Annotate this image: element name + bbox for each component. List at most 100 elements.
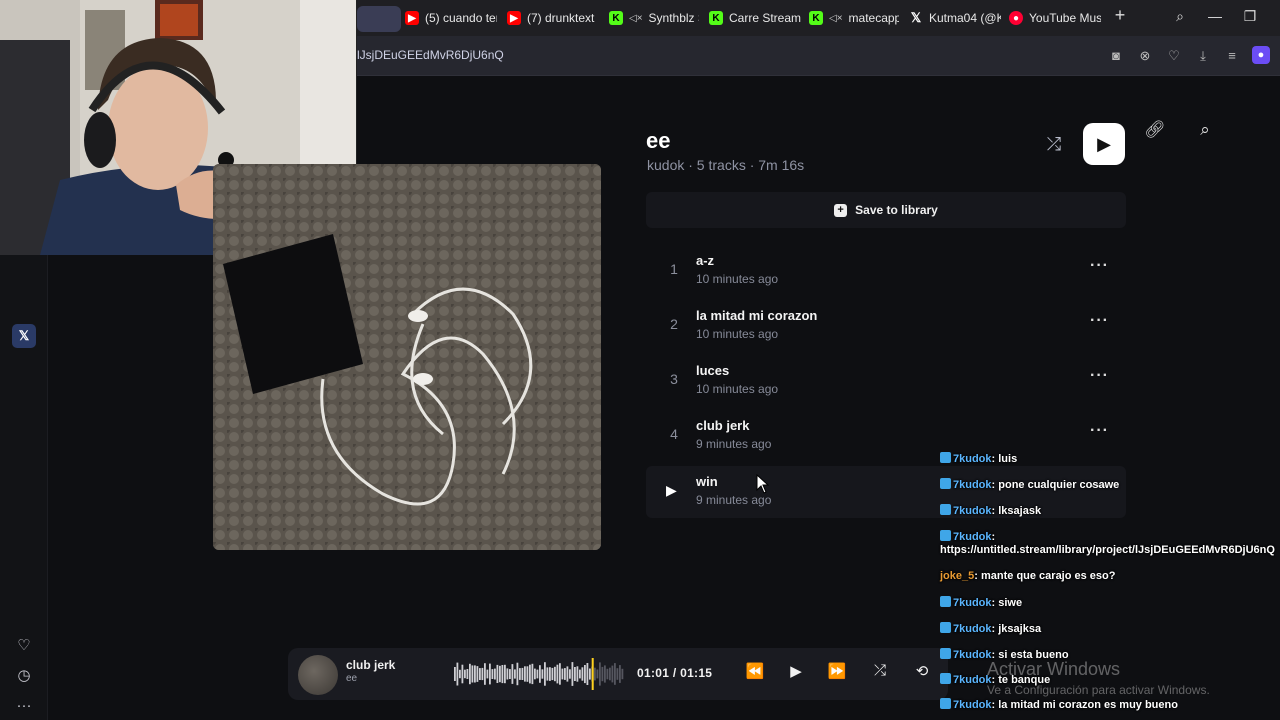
chat-text: jksajksa bbox=[998, 623, 1042, 635]
shuffle-icon[interactable]: ⤮ bbox=[1042, 134, 1066, 156]
waveform-scrubber[interactable] bbox=[454, 658, 624, 690]
waveform-bar bbox=[566, 666, 569, 682]
waveform-bar bbox=[469, 663, 471, 685]
waveform-bar bbox=[561, 668, 564, 680]
download-icon[interactable]: ⤓ bbox=[1195, 48, 1211, 64]
chat-username[interactable]: 7kudok bbox=[953, 531, 992, 543]
search-icon[interactable]: ⌕ bbox=[1193, 120, 1217, 144]
waveform-bar bbox=[541, 669, 544, 679]
camera-icon[interactable]: ◙ bbox=[1108, 48, 1124, 64]
waveform-bar bbox=[611, 665, 614, 683]
tab-kick-3[interactable]: K ◁× matecapp bbox=[809, 6, 899, 30]
extension-icon[interactable]: ⊗ bbox=[1137, 48, 1153, 64]
repeat-icon[interactable]: ⟲ bbox=[910, 662, 934, 680]
playhead[interactable] bbox=[591, 658, 594, 690]
restore-icon[interactable]: ❐ bbox=[1240, 8, 1260, 25]
now-playing-cover[interactable] bbox=[298, 655, 338, 695]
tab-label: YouTube Mus bbox=[1029, 11, 1101, 25]
chat-message: 7kudok: pone cualquier cosawe bbox=[940, 478, 1119, 491]
tab-kick-2[interactable]: K Carre Stream bbox=[709, 6, 801, 30]
previous-icon[interactable]: ⏪ bbox=[743, 662, 767, 680]
new-tab-button[interactable]: + bbox=[1110, 5, 1130, 26]
track-number: 2 bbox=[670, 316, 678, 332]
x-app-icon[interactable]: 𝕏 bbox=[12, 324, 36, 348]
play-track-icon[interactable]: ▶ bbox=[666, 482, 677, 499]
chat-username[interactable]: 7kudok bbox=[953, 649, 992, 661]
more-options-icon[interactable]: ··· bbox=[1090, 312, 1109, 330]
waveform-bar bbox=[536, 669, 539, 679]
chat-text: mante que carajo es eso? bbox=[980, 570, 1116, 582]
link-icon[interactable]: 🔗︎ bbox=[1143, 120, 1167, 144]
track-row[interactable]: 1 a-z 10 minutes ago ··· bbox=[646, 245, 1126, 297]
plus-icon: + bbox=[834, 203, 848, 217]
waveform-bar bbox=[479, 668, 481, 680]
chat-text: la mitad mi corazon es muy bueno bbox=[998, 699, 1178, 711]
waveform-bar bbox=[506, 668, 509, 680]
chat-username[interactable]: 7kudok bbox=[953, 623, 992, 635]
more-options-icon[interactable]: ··· bbox=[1090, 367, 1109, 385]
waveform-bar bbox=[619, 665, 621, 683]
waveform-bar bbox=[476, 666, 479, 682]
chat-username[interactable]: 7kudok bbox=[953, 505, 992, 517]
chat-message: 7kudok: lksajask bbox=[940, 504, 1041, 517]
waveform-bar bbox=[529, 664, 531, 684]
track-title: club jerk bbox=[696, 418, 750, 433]
chat-text: pone cualquier cosawe bbox=[998, 479, 1120, 491]
chat-username[interactable]: joke_5 bbox=[940, 570, 974, 582]
muted-speaker-icon[interactable]: ◁× bbox=[829, 13, 843, 24]
tab-youtube-music[interactable]: ● YouTube Mus bbox=[1009, 6, 1101, 30]
clock-icon[interactable]: ◷ bbox=[14, 666, 34, 686]
chat-username[interactable]: 7kudok bbox=[953, 597, 992, 609]
waveform-bar bbox=[494, 668, 496, 680]
more-icon[interactable]: ··· bbox=[14, 696, 34, 716]
tab-youtube-2[interactable]: ▶ (7) drunktext bbox=[507, 6, 599, 30]
chat-username[interactable]: 7kudok bbox=[953, 479, 992, 491]
shuffle-icon[interactable]: ⤮ bbox=[868, 662, 892, 679]
waveform-bar bbox=[604, 665, 606, 683]
heart-icon[interactable]: ♡ bbox=[14, 636, 34, 656]
track-row[interactable]: 3 luces 10 minutes ago ··· bbox=[646, 355, 1126, 407]
chat-message: 7kudok: luis bbox=[940, 452, 1017, 465]
chat-badge-icon bbox=[940, 530, 951, 541]
play-button[interactable]: ▶ bbox=[1083, 123, 1125, 165]
chat-username[interactable]: 7kudok bbox=[953, 699, 992, 711]
now-playing-title[interactable]: club jerk bbox=[346, 658, 395, 672]
kick-icon: K bbox=[609, 11, 623, 25]
chat-message: 7kudok: bbox=[940, 530, 995, 543]
youtube-music-icon: ● bbox=[1009, 11, 1023, 25]
heart-icon[interactable]: ♡ bbox=[1166, 48, 1182, 64]
more-options-icon[interactable]: ··· bbox=[1090, 257, 1109, 275]
kick-icon: K bbox=[709, 11, 723, 25]
waveform-bar bbox=[491, 669, 494, 679]
tab-kick-1[interactable]: K ◁× Synthblz S bbox=[609, 6, 699, 30]
tab-youtube-1[interactable]: ▶ (5) cuando ter bbox=[405, 6, 497, 30]
track-row[interactable]: 2 la mitad mi corazon 10 minutes ago ··· bbox=[646, 300, 1126, 352]
save-to-library-button[interactable]: + Save to library bbox=[646, 192, 1126, 228]
chat-text: siwe bbox=[998, 597, 1023, 609]
now-playing-playlist[interactable]: ee bbox=[346, 673, 357, 684]
windows-activation-subtitle: Ve a Configuración para activar Windows. bbox=[987, 683, 1210, 697]
windows-activation-title: Activar Windows bbox=[987, 659, 1121, 679]
waveform-bar bbox=[511, 664, 514, 684]
more-options-icon[interactable]: ··· bbox=[1090, 422, 1109, 440]
play-icon[interactable]: ▶ bbox=[784, 662, 808, 680]
playback-time: 01:01 / 01:15 bbox=[637, 666, 713, 680]
tab-x[interactable]: 𝕏 Kutma04 (@K bbox=[909, 6, 1001, 30]
waveform-bar bbox=[499, 665, 501, 683]
waveform-bar bbox=[609, 667, 611, 681]
menu-icon[interactable]: ≡ bbox=[1224, 48, 1240, 64]
muted-speaker-icon[interactable]: ◁× bbox=[629, 13, 643, 24]
next-icon[interactable]: ⏩ bbox=[825, 662, 849, 680]
search-tabs-icon[interactable]: ⌕ bbox=[1170, 8, 1190, 25]
chat-username[interactable]: 7kudok bbox=[953, 674, 992, 686]
active-tab[interactable] bbox=[357, 6, 401, 32]
chat-username[interactable]: 7kudok bbox=[953, 453, 992, 465]
waveform-bar bbox=[534, 668, 536, 680]
url-field[interactable]: lJsjDEuGEEdMvR6DjU6nQ bbox=[357, 48, 504, 62]
chat-badge-icon bbox=[940, 648, 951, 659]
waveform-bar bbox=[464, 669, 466, 679]
waveform-bar bbox=[574, 667, 576, 681]
profile-avatar-icon[interactable]: ● bbox=[1252, 46, 1270, 64]
minimize-icon[interactable]: — bbox=[1205, 8, 1225, 24]
waveform-bar bbox=[486, 669, 489, 679]
